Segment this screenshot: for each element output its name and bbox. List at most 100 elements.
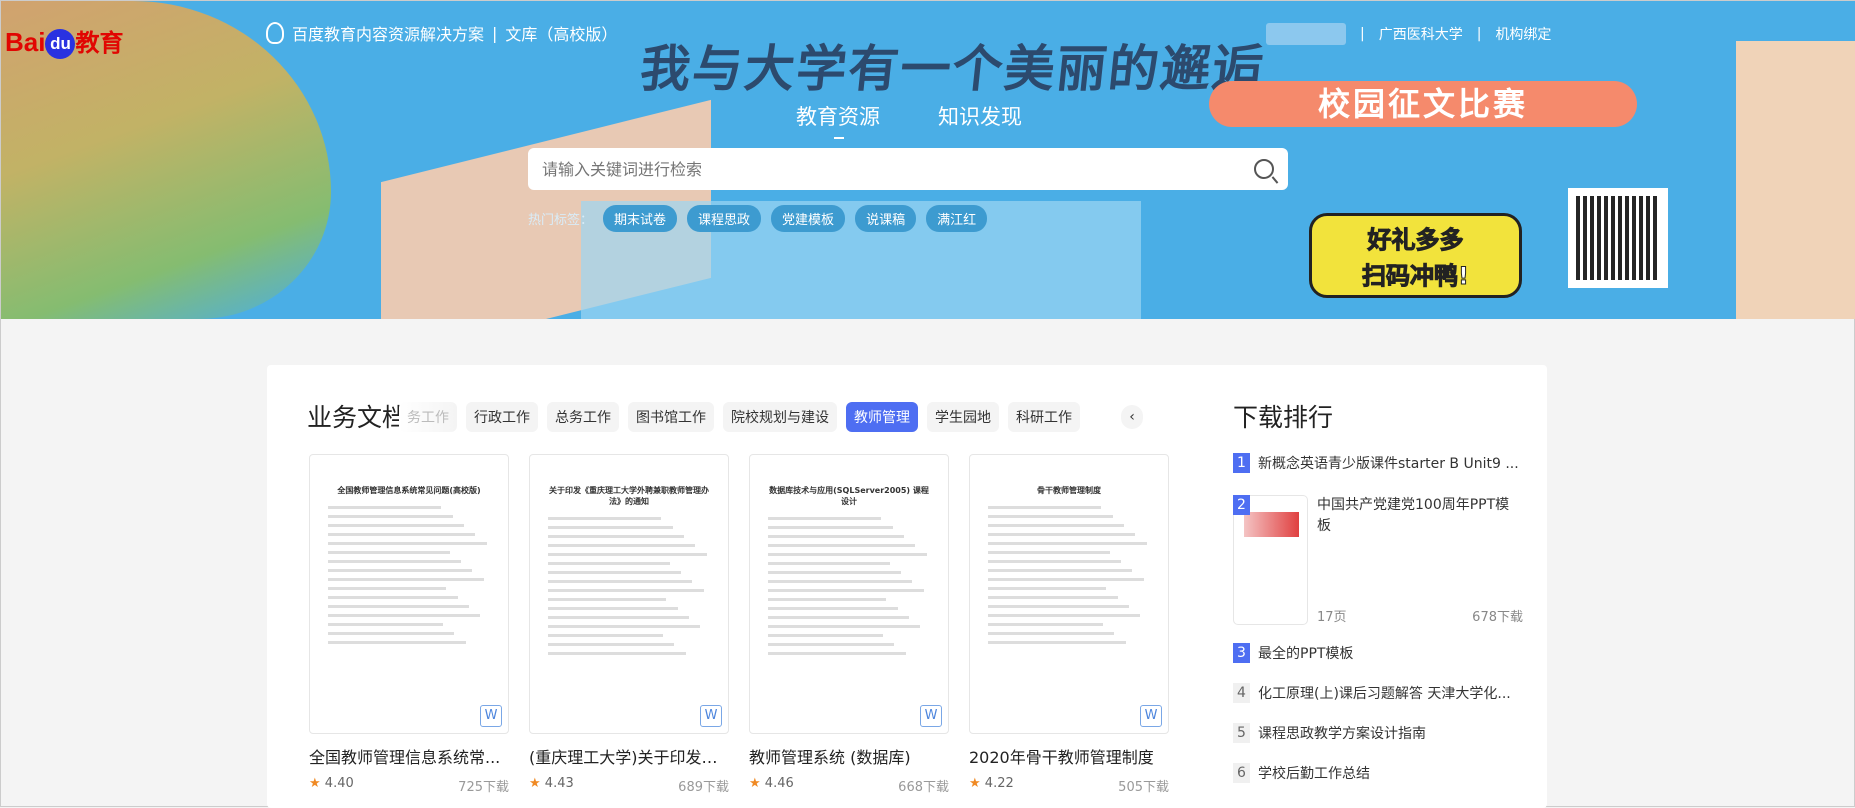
hot-tags-label: 热门标签：: [528, 213, 594, 228]
solution-title: 百度教育内容资源解决方案: [292, 25, 485, 44]
category-tab-active[interactable]: 教师管理: [846, 402, 918, 432]
category-tab[interactable]: 行政工作: [466, 402, 538, 432]
document-title[interactable]: 全国教师管理信息系统常...: [309, 744, 509, 768]
download-count: 668下载: [898, 780, 949, 795]
qr-code: [1568, 188, 1668, 288]
download-count: 678下载: [1472, 610, 1523, 625]
thumbnail-title: 关于印发《重庆理工大学外聘兼职教师管理办法》的通知: [549, 486, 709, 506]
hot-tag[interactable]: 党建模板: [771, 205, 846, 232]
hot-tag[interactable]: 期末试卷: [603, 205, 678, 232]
document-title[interactable]: 2020年骨干教师管理制度: [969, 744, 1169, 768]
rank-badge: 2: [1233, 495, 1250, 515]
document-card[interactable]: 骨干教师管理制度 W 2020年骨干教师管理制度 ★ 4.22 505下载: [969, 454, 1169, 795]
category-tab[interactable]: 学生园地: [927, 402, 999, 432]
rank-badge: 5: [1233, 723, 1250, 743]
gift-promo[interactable]: 好礼多多扫码冲鸭!: [1309, 213, 1522, 298]
ranking-item-title: 课程思政教学方案设计指南: [1258, 726, 1426, 742]
hot-tag[interactable]: 说课稿: [855, 205, 917, 232]
document-thumbnail: 数据库技术与应用(SQLServer2005) 课程设计 W: [749, 454, 949, 734]
category-tab[interactable]: 总务工作: [547, 402, 619, 432]
ranking-item-title: 学校后勤工作总结: [1258, 766, 1370, 782]
banner-illustration-wall: [1736, 41, 1855, 319]
download-count: 689下载: [678, 780, 729, 795]
rating: 4.22: [984, 776, 1014, 791]
rating: 4.40: [324, 776, 354, 791]
document-card[interactable]: 全国教师管理信息系统常见问题(高校版) W 全国教师管理信息系统常... ★ 4.…: [309, 454, 509, 795]
ranking-item-title: 中国共产党建党100周年PPT模板: [1317, 497, 1510, 534]
school-link[interactable]: 广西医科大学: [1379, 24, 1463, 44]
baidu-education-logo[interactable]: Bai du 教育: [5, 23, 124, 60]
hero-banner: Bai du 教育 百度教育内容资源解决方案 | 文库（高校版） 我与大学有一个美丽…: [1, 1, 1855, 319]
word-file-icon: W: [1140, 705, 1162, 727]
star-icon: ★: [309, 776, 321, 791]
word-file-icon: W: [700, 705, 722, 727]
download-count: 725下载: [458, 780, 509, 795]
ranking-item-featured[interactable]: 2 中国共产党建党100周年PPT模板 17页 678下载: [1233, 495, 1523, 625]
user-area: | 广西医科大学 | 机构绑定: [1266, 23, 1551, 45]
document-title[interactable]: (重庆理工大学)关于印发《...: [529, 744, 729, 768]
category-tab[interactable]: 务工作: [399, 402, 457, 432]
search-input[interactable]: [542, 159, 1192, 179]
ranking-item[interactable]: 4 化工原理(上)课后习题解答 天津大学化...: [1233, 683, 1523, 703]
document-thumbnail: 骨干教师管理制度 W: [969, 454, 1169, 734]
category-tab[interactable]: 科研工作: [1008, 402, 1080, 432]
star-icon: ★: [749, 776, 761, 791]
search-icon[interactable]: [1254, 159, 1274, 179]
ranking-item[interactable]: 3 最全的PPT模板: [1233, 643, 1523, 663]
gift-line: 好礼多多: [1367, 226, 1464, 255]
tab-knowledge-discovery[interactable]: 知识发现: [938, 101, 1022, 131]
category-tabs: 务工作 行政工作 总务工作 图书馆工作 院校规划与建设 教师管理 学生园地 科研…: [399, 402, 1143, 432]
hot-tag[interactable]: 满江红: [926, 205, 988, 232]
thumbnail-title: 数据库技术与应用(SQLServer2005) 课程设计: [769, 486, 929, 506]
hot-tags: 热门标签： 期末试卷 课程思政 党建模板 说课稿 满江红: [528, 205, 988, 232]
rating: 4.43: [544, 776, 574, 791]
thumbnail-title: 骨干教师管理制度: [1037, 486, 1101, 495]
gift-line: 扫码冲鸭!: [1362, 262, 1470, 291]
download-count: 505下载: [1118, 780, 1169, 795]
star-icon: ★: [969, 776, 981, 791]
rating: 4.46: [764, 776, 794, 791]
document-thumbnail: 关于印发《重庆理工大学外聘兼职教师管理办法》的通知 W: [529, 454, 729, 734]
chevron-left-icon[interactable]: ‹: [1121, 405, 1143, 429]
library-title: 文库（高校版）: [505, 25, 618, 44]
ranking-item[interactable]: 6 学校后勤工作总结: [1233, 763, 1523, 783]
ranking-item-title: 最全的PPT模板: [1258, 646, 1354, 662]
logo-edu-text: 教育: [75, 30, 124, 57]
page-count: 17页: [1317, 610, 1347, 625]
main-tabs: 教育资源 知识发现: [796, 101, 1022, 139]
ranking-item[interactable]: 5 课程思政教学方案设计指南: [1233, 723, 1523, 743]
product-title: 百度教育内容资源解决方案 | 文库（高校版）: [266, 21, 617, 45]
baidu-edu-icon: [266, 22, 284, 44]
institution-bind-link[interactable]: 机构绑定: [1495, 24, 1551, 44]
category-tab[interactable]: 院校规划与建设: [723, 402, 837, 432]
rank-badge: 1: [1233, 453, 1250, 473]
document-card[interactable]: 数据库技术与应用(SQLServer2005) 课程设计 W 教师管理系统 (数据…: [749, 454, 949, 795]
rank-badge: 3: [1233, 643, 1250, 663]
logo-text: Bai: [5, 27, 46, 57]
user-name-blurred[interactable]: [1266, 23, 1346, 45]
divider: |: [1476, 26, 1482, 42]
search-bar: [528, 148, 1288, 190]
document-card[interactable]: 关于印发《重庆理工大学外聘兼职教师管理办法》的通知 W (重庆理工大学)关于印发《…: [529, 454, 729, 795]
hot-tag[interactable]: 课程思政: [687, 205, 762, 232]
section-title: 业务文档: [307, 403, 408, 432]
thumbnail-title: 全国教师管理信息系统常见问题(高校版): [337, 486, 481, 495]
document-list: 全国教师管理信息系统常见问题(高校版) W 全国教师管理信息系统常... ★ 4.…: [309, 454, 1169, 795]
ranking-item[interactable]: 1 新概念英语青少版课件starter B Unit9 ...: [1233, 453, 1523, 473]
rank-badge: 6: [1233, 763, 1250, 783]
content-panel: 业务文档 务工作 行政工作 总务工作 图书馆工作 院校规划与建设 教师管理 学生…: [267, 365, 1547, 808]
divider: |: [492, 23, 498, 43]
rank-badge: 4: [1233, 683, 1250, 703]
ranking-item-title: 新概念英语青少版课件starter B Unit9 ...: [1258, 456, 1519, 472]
logo-paw-icon: du: [45, 29, 76, 60]
banner-headline: 我与大学有一个美丽的邂逅: [637, 40, 1268, 98]
document-title[interactable]: 教师管理系统 (数据库): [749, 744, 949, 768]
star-icon: ★: [529, 776, 541, 791]
category-tab[interactable]: 图书馆工作: [628, 402, 714, 432]
tab-education-resources[interactable]: 教育资源: [796, 101, 880, 139]
document-thumbnail: 全国教师管理信息系统常见问题(高校版) W: [309, 454, 509, 734]
word-file-icon: W: [480, 705, 502, 727]
ranking-title: 下载排行: [1233, 403, 1334, 432]
ranking-item-title: 化工原理(上)课后习题解答 天津大学化...: [1258, 686, 1511, 702]
essay-contest-banner[interactable]: 校园征文比赛: [1209, 81, 1637, 127]
